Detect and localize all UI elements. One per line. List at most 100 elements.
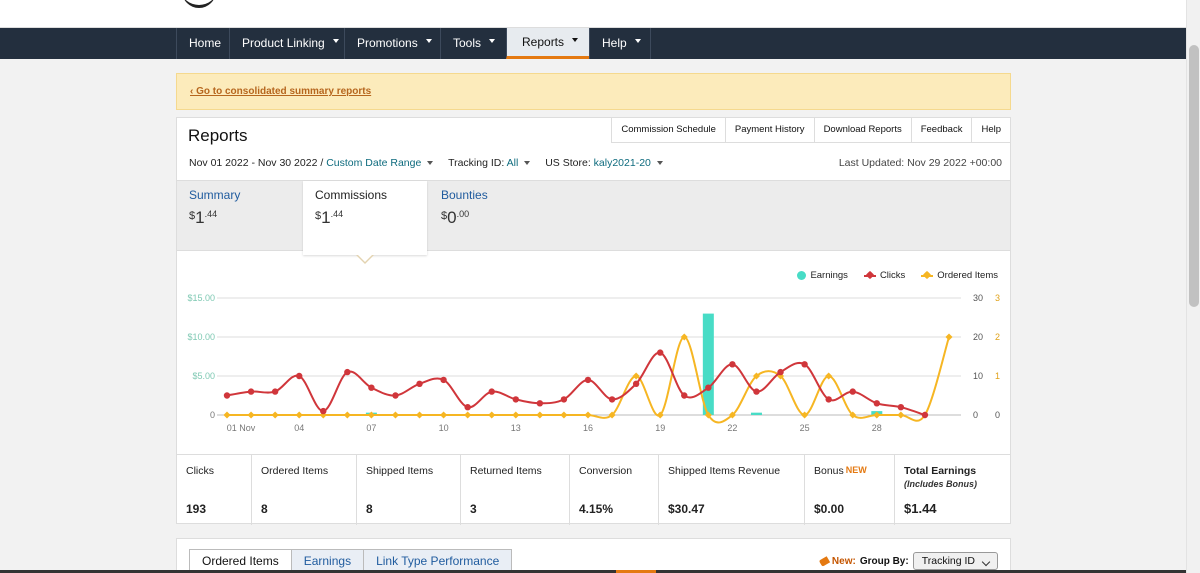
tag-icon bbox=[818, 555, 831, 567]
nav-tools[interactable]: Tools bbox=[440, 28, 506, 59]
nav-help[interactable]: Help bbox=[589, 28, 651, 59]
clicks-line-icon bbox=[863, 274, 876, 277]
ordered-items-point bbox=[223, 411, 231, 419]
chevron-down-icon[interactable] bbox=[656, 161, 663, 166]
tab-commissions[interactable]: Commissions $1.44 bbox=[303, 181, 427, 255]
clicks-point bbox=[271, 388, 279, 395]
y-tick-earnings: $5.00 bbox=[192, 371, 215, 381]
nav-promotions[interactable]: Promotions bbox=[344, 28, 440, 59]
chevron-down-icon[interactable] bbox=[427, 161, 434, 166]
last-updated: Last Updated: Nov 29 2022 +00:00 bbox=[838, 157, 1002, 169]
tab-summary-label: Summary bbox=[189, 188, 241, 202]
clicks-point bbox=[849, 388, 856, 395]
currency-symbol: $ bbox=[189, 210, 196, 222]
group-by-label: Group By: bbox=[859, 555, 909, 567]
ordered-items-point bbox=[584, 411, 592, 419]
nav-reports[interactable]: Reports bbox=[506, 28, 589, 59]
nav-home[interactable]: Home bbox=[176, 28, 229, 59]
download-reports-link[interactable]: Download Reports bbox=[815, 118, 912, 142]
clicks-point bbox=[247, 388, 255, 395]
earnings-bar bbox=[702, 313, 714, 415]
nav-product-linking[interactable]: Product Linking bbox=[229, 28, 344, 59]
ordered-items-point bbox=[512, 411, 520, 419]
x-tick-label: 19 bbox=[655, 423, 665, 433]
us-store-dropdown[interactable]: kaly2021-20 bbox=[594, 157, 651, 169]
tracking-id-label: Tracking ID: bbox=[448, 157, 505, 169]
tab-summary[interactable]: Summary $1.44 bbox=[177, 181, 301, 252]
y-tick-ordered-items: 1 bbox=[995, 371, 1000, 381]
amount-cents: .44 bbox=[330, 209, 344, 219]
tracking-id-dropdown[interactable]: All bbox=[507, 157, 519, 169]
clicks-point bbox=[825, 396, 832, 403]
ordered-items-point bbox=[945, 333, 953, 341]
x-tick-label: 07 bbox=[366, 423, 376, 433]
caret-down-icon bbox=[425, 38, 432, 43]
clicks-point bbox=[344, 368, 351, 376]
clicks-point bbox=[705, 384, 712, 391]
report-tabs: Summary $1.44 Commissions $1.44 Bounties… bbox=[177, 180, 1010, 255]
caret-down-icon bbox=[572, 37, 579, 42]
amazon-logo[interactable] bbox=[182, 0, 216, 8]
clicks-point bbox=[608, 396, 616, 403]
amount-whole: 1 bbox=[321, 208, 331, 227]
tab-bounties-value: $0.00 bbox=[441, 208, 541, 228]
y-tick-clicks: 10 bbox=[973, 371, 983, 381]
group-by-select[interactable]: Tracking ID bbox=[912, 552, 998, 570]
stat-ordered-items: Ordered Items 8 bbox=[252, 455, 357, 525]
clicks-point bbox=[488, 388, 495, 395]
nav-promotions-label: Promotions bbox=[357, 36, 418, 50]
ordered-items-point bbox=[560, 411, 568, 419]
nav-reports-label: Reports bbox=[522, 35, 565, 49]
stat-clicks: Clicks 193 bbox=[177, 455, 252, 525]
ordered-items-point bbox=[391, 411, 400, 419]
stat-value: 3 bbox=[470, 502, 477, 516]
currency-symbol: $ bbox=[315, 210, 322, 222]
x-tick-label: 25 bbox=[800, 423, 810, 433]
stat-returned-items: Returned Items 3 bbox=[461, 455, 570, 525]
nav-home-label: Home bbox=[189, 36, 222, 50]
bonus-label: Bonus bbox=[814, 465, 844, 477]
date-range-text: Nov 01 2022 - Nov 30 2022 / bbox=[189, 157, 324, 169]
stat-label: Ordered Items bbox=[261, 465, 329, 477]
performance-chart: $15.00 30 3$10.00 20 2$5.00 10 10 0 001 Nov 04 07 1… bbox=[187, 293, 1000, 433]
custom-date-range-dropdown[interactable]: Custom Date Range bbox=[326, 157, 421, 169]
ordered-items-point bbox=[295, 411, 303, 419]
y-tick-clicks: 30 bbox=[973, 293, 983, 303]
tab-pointer bbox=[357, 254, 373, 262]
detail-section: Ordered Items Earnings Link Type Perform… bbox=[176, 538, 1011, 573]
help-link[interactable]: Help bbox=[972, 118, 1010, 142]
caret-down-icon bbox=[634, 38, 641, 43]
x-tick-label: 22 bbox=[727, 423, 737, 433]
stat-value: 8 bbox=[366, 502, 373, 516]
tab-bounties[interactable]: Bounties $0.00 bbox=[429, 181, 553, 252]
chevron-down-icon[interactable] bbox=[524, 161, 531, 166]
clicks-point bbox=[464, 404, 471, 411]
clicks-point bbox=[729, 361, 736, 368]
page-title: Reports bbox=[188, 126, 248, 145]
amount-cents: .44 bbox=[204, 209, 218, 219]
commission-schedule-link[interactable]: Commission Schedule bbox=[612, 118, 726, 142]
y-tick-clicks: 0 bbox=[973, 410, 978, 420]
stat-value: $0.00 bbox=[814, 502, 845, 516]
stat-value: 8 bbox=[261, 502, 268, 516]
clicks-point bbox=[873, 400, 880, 407]
stat-total-earnings: Total Earnings (Includes Bonus) $1.44 bbox=[895, 455, 1010, 525]
stat-bonus: Bonus NEW $0.00 bbox=[805, 455, 895, 525]
x-tick-label: 13 bbox=[511, 423, 521, 433]
feedback-link[interactable]: Feedback bbox=[912, 118, 973, 142]
consolidated-summary-link[interactable]: ‹ Go to consolidated summary reports bbox=[190, 86, 371, 97]
stat-label: Returned Items bbox=[470, 465, 542, 477]
x-tick-label: 04 bbox=[294, 423, 304, 433]
y-tick-earnings: $15.00 bbox=[187, 293, 215, 303]
clicks-point bbox=[584, 376, 592, 384]
x-tick-label: 01 Nov bbox=[227, 423, 256, 433]
clicks-point bbox=[368, 384, 375, 391]
page-scrollbar[interactable] bbox=[1186, 0, 1200, 573]
scrollbar-thumb[interactable] bbox=[1189, 45, 1199, 307]
stat-sublabel: (Includes Bonus) bbox=[904, 479, 978, 489]
payment-history-link[interactable]: Payment History bbox=[726, 118, 815, 142]
stat-label: Clicks bbox=[186, 465, 214, 477]
y-tick-ordered-items: 2 bbox=[995, 332, 1000, 342]
stat-label: Shipped Items Revenue bbox=[668, 465, 781, 477]
clicks-point bbox=[632, 380, 640, 387]
